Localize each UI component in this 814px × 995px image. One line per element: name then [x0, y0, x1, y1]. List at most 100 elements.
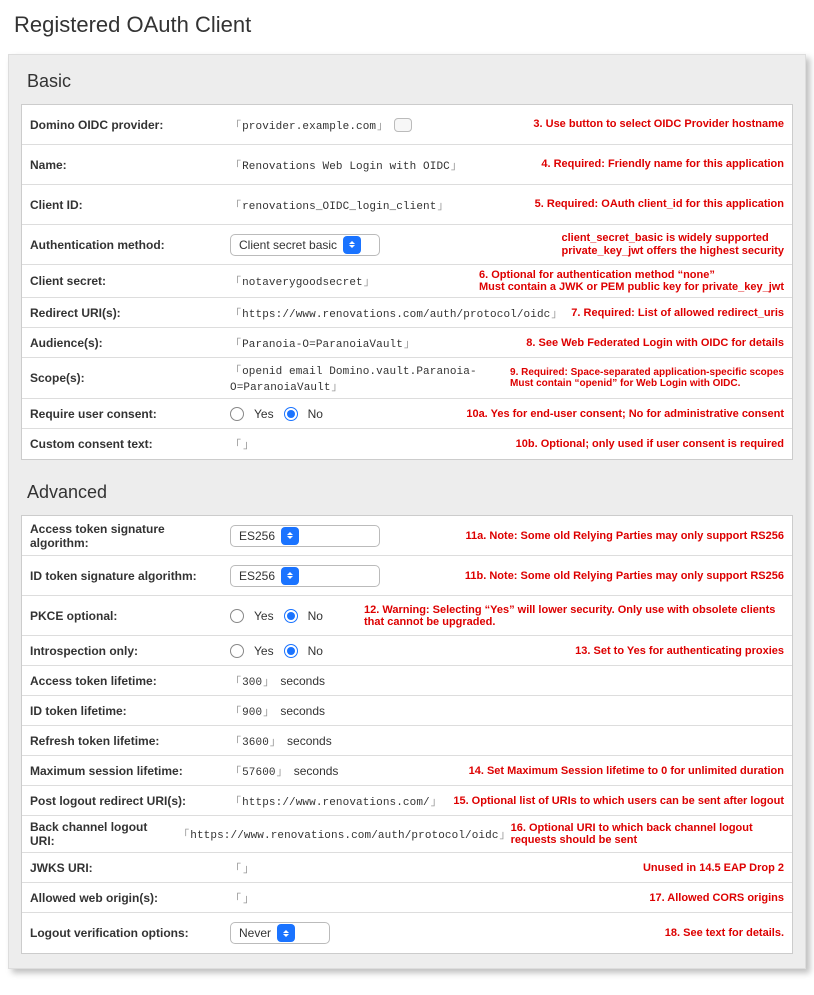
value-audiences[interactable]: Paranoia-O=ParanoiaVault [230, 335, 415, 351]
row-oidc-provider: Domino OIDC provider: provider.example.c… [22, 105, 792, 145]
value-id-life[interactable]: 900 [230, 703, 274, 719]
basic-title: Basic [27, 71, 793, 92]
note-web-origins: 17. Allowed CORS origins [649, 892, 784, 904]
note-introspect: 13. Set to Yes for authenticating proxie… [575, 645, 784, 657]
note-redirect-uris: 7. Required: List of allowed redirect_ur… [571, 307, 784, 319]
units-id-life: seconds [280, 704, 325, 718]
label-client-secret: Client secret: [30, 274, 230, 288]
value-consent-text[interactable] [230, 436, 254, 452]
note-client-id: 5. Required: OAuth client_id for this ap… [535, 198, 784, 210]
row-logout-verify: Logout verification options: Never 18. S… [22, 913, 792, 953]
label-client-id: Client ID: [30, 198, 230, 212]
row-access-alg: Access token signature algorithm: ES256 … [22, 516, 792, 556]
note-scopes: 9. Required: Space-separated application… [510, 367, 784, 389]
row-scopes: Scope(s): openid email Domino.vault.Para… [22, 358, 792, 399]
label-id-life: ID token lifetime: [30, 704, 230, 718]
value-post-logout[interactable]: https://www.renovations.com/ [230, 793, 442, 809]
access-alg-select[interactable]: ES256 [230, 525, 380, 547]
row-auth-method: Authentication method: Client secret bas… [22, 225, 792, 265]
chevron-updown-icon [277, 924, 295, 942]
row-pkce: PKCE optional: Yes No 12. Warning: Selec… [22, 596, 792, 636]
label-post-logout: Post logout redirect URI(s): [30, 794, 230, 808]
note-client-secret: 6. Optional for authentication method “n… [479, 269, 784, 293]
note-name: 4. Required: Friendly name for this appl… [541, 158, 784, 170]
row-name: Name: Renovations Web Login with OIDC 4.… [22, 145, 792, 185]
logout-verify-select[interactable]: Never [230, 922, 330, 944]
row-web-origins: Allowed web origin(s): 17. Allowed CORS … [22, 883, 792, 913]
label-max-session: Maximum session lifetime: [30, 764, 230, 778]
label-auth-method: Authentication method: [30, 238, 230, 252]
units-refresh-life: seconds [287, 734, 332, 748]
note-audiences: 8. See Web Federated Login with OIDC for… [526, 337, 784, 349]
value-max-session[interactable]: 57600 [230, 763, 288, 779]
require-consent-no-radio[interactable] [284, 407, 298, 421]
label-scopes: Scope(s): [30, 371, 230, 385]
row-back-channel: Back channel logout URI: https://www.ren… [22, 816, 792, 853]
row-audiences: Audience(s): Paranoia-O=ParanoiaVault 8.… [22, 328, 792, 358]
label-require-consent: Require user consent: [30, 407, 230, 421]
label-access-alg: Access token signature algorithm: [30, 522, 230, 550]
row-client-id: Client ID: renovations_OIDC_login_client… [22, 185, 792, 225]
row-max-session: Maximum session lifetime: 57600 seconds … [22, 756, 792, 786]
note-auth-method: client_secret_basic is widely supported … [561, 232, 784, 256]
row-introspect: Introspection only: Yes No 13. Set to Ye… [22, 636, 792, 666]
value-client-id[interactable]: renovations_OIDC_login_client [230, 197, 449, 213]
require-consent-radios: Yes No [230, 407, 323, 421]
row-refresh-life: Refresh token lifetime: 3600 seconds [22, 726, 792, 756]
label-access-life: Access token lifetime: [30, 674, 230, 688]
introspect-no-radio[interactable] [284, 644, 298, 658]
note-id-alg: 11b. Note: Some old Relying Parties may … [465, 570, 784, 582]
auth-method-select[interactable]: Client secret basic [230, 234, 380, 256]
chevron-updown-icon [343, 236, 361, 254]
row-require-consent: Require user consent: Yes No 10a. Yes fo… [22, 399, 792, 429]
pkce-yes-radio[interactable] [230, 609, 244, 623]
value-redirect-uris[interactable]: https://www.renovations.com/auth/protoco… [230, 305, 562, 321]
require-consent-no-label: No [308, 407, 323, 421]
label-pkce: PKCE optional: [30, 609, 230, 623]
value-name[interactable]: Renovations Web Login with OIDC [230, 157, 462, 173]
provider-picker-button[interactable] [394, 118, 412, 132]
row-id-alg: ID token signature algorithm: ES256 11b.… [22, 556, 792, 596]
pkce-no-radio[interactable] [284, 609, 298, 623]
label-back-channel: Back channel logout URI: [30, 820, 178, 848]
note-oidc-provider: 3. Use button to select OIDC Provider ho… [533, 118, 784, 130]
note-require-consent: 10a. Yes for end-user consent; No for ad… [466, 408, 784, 420]
value-refresh-life[interactable]: 3600 [230, 733, 281, 749]
chevron-updown-icon [281, 567, 299, 585]
note-logout-verify: 18. See text for details. [665, 927, 784, 939]
row-redirect-uris: Redirect URI(s): https://www.renovations… [22, 298, 792, 328]
id-alg-select[interactable]: ES256 [230, 565, 380, 587]
advanced-title: Advanced [27, 482, 793, 503]
value-back-channel[interactable]: https://www.renovations.com/auth/protoco… [178, 826, 510, 842]
label-refresh-life: Refresh token lifetime: [30, 734, 230, 748]
label-oidc-provider: Domino OIDC provider: [30, 118, 230, 132]
note-post-logout: 15. Optional list of URIs to which users… [453, 795, 784, 807]
value-web-origins[interactable] [230, 890, 254, 906]
value-client-secret[interactable]: notaverygoodsecret [230, 273, 375, 289]
label-consent-text: Custom consent text: [30, 437, 230, 451]
note-max-session: 14. Set Maximum Session lifetime to 0 fo… [469, 765, 784, 777]
introspect-yes-radio[interactable] [230, 644, 244, 658]
value-jwks-uri[interactable] [230, 860, 254, 876]
basic-panel: Basic Domino OIDC provider: provider.exa… [8, 54, 806, 969]
label-audiences: Audience(s): [30, 336, 230, 350]
pkce-radios: Yes No [230, 609, 323, 623]
note-jwks-uri: Unused in 14.5 EAP Drop 2 [643, 862, 784, 874]
note-back-channel: 16. Optional URI to which back channel l… [511, 822, 784, 846]
row-jwks-uri: JWKS URI: Unused in 14.5 EAP Drop 2 [22, 853, 792, 883]
chevron-updown-icon [281, 527, 299, 545]
value-scopes[interactable]: openid email Domino.vault.Paranoia-O=Par… [230, 362, 510, 394]
row-consent-text: Custom consent text: 10b. Optional; only… [22, 429, 792, 459]
row-id-life: ID token lifetime: 900 seconds [22, 696, 792, 726]
introspect-radios: Yes No [230, 644, 323, 658]
value-access-life[interactable]: 300 [230, 673, 274, 689]
label-introspect: Introspection only: [30, 644, 230, 658]
row-client-secret: Client secret: notaverygoodsecret 6. Opt… [22, 265, 792, 298]
require-consent-yes-radio[interactable] [230, 407, 244, 421]
label-name: Name: [30, 158, 230, 172]
row-access-life: Access token lifetime: 300 seconds [22, 666, 792, 696]
value-oidc-provider[interactable]: provider.example.com [230, 117, 388, 133]
label-redirect-uris: Redirect URI(s): [30, 306, 230, 320]
label-id-alg: ID token signature algorithm: [30, 569, 230, 583]
page-title: Registered OAuth Client [14, 12, 806, 38]
